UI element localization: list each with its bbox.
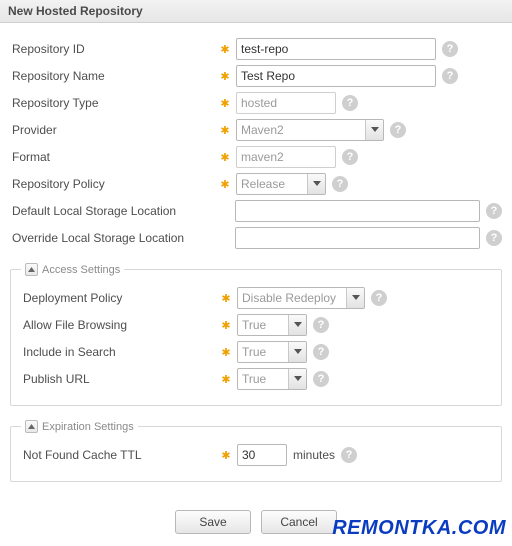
required-icon: ✱ — [221, 449, 231, 462]
label-repo-name: Repository Name — [10, 69, 220, 83]
select-repo-policy-value[interactable] — [237, 174, 307, 194]
select-deployment-policy[interactable] — [237, 287, 365, 309]
help-icon[interactable]: ? — [442, 68, 458, 84]
row-repo-name: Repository Name ✱ ? — [10, 65, 502, 87]
label-allow-browsing: Allow File Browsing — [21, 318, 221, 332]
row-deployment-policy: Deployment Policy ✱ ? — [21, 287, 491, 309]
required-icon: ✱ — [220, 70, 230, 83]
help-icon[interactable]: ? — [332, 176, 348, 192]
select-provider-value[interactable] — [237, 120, 365, 140]
input-repo-type — [236, 92, 336, 114]
row-repo-policy: Repository Policy ✱ ? — [10, 173, 502, 195]
row-format: Format ✱ ? — [10, 146, 502, 168]
required-icon: ✱ — [220, 43, 230, 56]
legend-access: Access Settings — [21, 263, 124, 276]
button-bar: Save Cancel — [10, 482, 502, 546]
panel-title: New Hosted Repository — [0, 0, 512, 23]
group-access-settings: Access Settings Deployment Policy ✱ ? Al… — [10, 263, 502, 406]
help-icon[interactable]: ? — [313, 317, 329, 333]
select-publish-url[interactable] — [237, 368, 307, 390]
new-hosted-repo-panel: New Hosted Repository Repository ID ✱ ? … — [0, 0, 512, 546]
label-repo-id: Repository ID — [10, 42, 220, 56]
required-icon: ✱ — [220, 124, 230, 137]
required-icon: ✱ — [220, 151, 230, 164]
select-repo-policy[interactable] — [236, 173, 326, 195]
form-body: Repository ID ✱ ? Repository Name ✱ ? Re… — [0, 23, 512, 546]
required-icon: ✱ — [221, 319, 231, 332]
save-button[interactable]: Save — [175, 510, 251, 534]
chevron-down-icon[interactable] — [365, 120, 383, 140]
legend-access-text: Access Settings — [42, 264, 120, 276]
row-allow-browsing: Allow File Browsing ✱ ? — [21, 314, 491, 336]
help-icon[interactable]: ? — [390, 122, 406, 138]
input-format — [236, 146, 336, 168]
row-default-loc: Default Local Storage Location ✱ ? — [10, 200, 502, 222]
select-include-search[interactable] — [237, 341, 307, 363]
label-include-search: Include in Search — [21, 345, 221, 359]
label-repo-type: Repository Type — [10, 96, 220, 110]
row-override-loc: Override Local Storage Location ✱ ? — [10, 227, 502, 249]
label-publish-url: Publish URL — [21, 372, 221, 386]
input-override-loc[interactable] — [235, 227, 480, 249]
input-nf-cache-ttl[interactable] — [237, 444, 287, 466]
legend-expiration: Expiration Settings — [21, 420, 138, 433]
input-repo-id[interactable] — [236, 38, 436, 60]
select-deployment-policy-value[interactable] — [238, 288, 346, 308]
chevron-down-icon[interactable] — [288, 342, 306, 362]
required-icon: ✱ — [220, 97, 230, 110]
required-icon: ✱ — [221, 346, 231, 359]
required-icon: ✱ — [221, 292, 231, 305]
row-publish-url: Publish URL ✱ ? — [21, 368, 491, 390]
select-provider[interactable] — [236, 119, 384, 141]
row-provider: Provider ✱ ? — [10, 119, 502, 141]
group-expiration-settings: Expiration Settings Not Found Cache TTL … — [10, 420, 502, 482]
label-nf-cache-ttl: Not Found Cache TTL — [21, 448, 221, 462]
collapse-icon[interactable] — [25, 263, 38, 276]
help-icon[interactable]: ? — [442, 41, 458, 57]
help-icon[interactable]: ? — [313, 344, 329, 360]
chevron-down-icon[interactable] — [288, 369, 306, 389]
label-format: Format — [10, 150, 220, 164]
row-include-search: Include in Search ✱ ? — [21, 341, 491, 363]
input-repo-name[interactable] — [236, 65, 436, 87]
chevron-down-icon[interactable] — [346, 288, 364, 308]
collapse-icon[interactable] — [25, 420, 38, 433]
label-provider: Provider — [10, 123, 220, 137]
help-icon[interactable]: ? — [342, 149, 358, 165]
row-repo-id: Repository ID ✱ ? — [10, 38, 502, 60]
chevron-down-icon[interactable] — [307, 174, 325, 194]
suffix-minutes: minutes — [293, 448, 335, 462]
label-deployment-policy: Deployment Policy — [21, 291, 221, 305]
legend-expiration-text: Expiration Settings — [42, 421, 134, 433]
help-icon[interactable]: ? — [342, 95, 358, 111]
select-publish-url-value[interactable] — [238, 369, 288, 389]
label-override-loc: Override Local Storage Location — [10, 231, 220, 245]
chevron-down-icon[interactable] — [288, 315, 306, 335]
help-icon[interactable]: ? — [341, 447, 357, 463]
row-repo-type: Repository Type ✱ ? — [10, 92, 502, 114]
help-icon[interactable]: ? — [486, 203, 502, 219]
select-allow-browsing-value[interactable] — [238, 315, 288, 335]
cancel-button[interactable]: Cancel — [261, 510, 337, 534]
label-default-loc: Default Local Storage Location — [10, 204, 220, 218]
input-default-loc[interactable] — [235, 200, 480, 222]
help-icon[interactable]: ? — [371, 290, 387, 306]
required-icon: ✱ — [221, 373, 231, 386]
select-allow-browsing[interactable] — [237, 314, 307, 336]
row-nf-cache-ttl: Not Found Cache TTL ✱ minutes ? — [21, 444, 491, 466]
help-icon[interactable]: ? — [486, 230, 502, 246]
required-icon: ✱ — [220, 178, 230, 191]
help-icon[interactable]: ? — [313, 371, 329, 387]
label-repo-policy: Repository Policy — [10, 177, 220, 191]
select-include-search-value[interactable] — [238, 342, 288, 362]
